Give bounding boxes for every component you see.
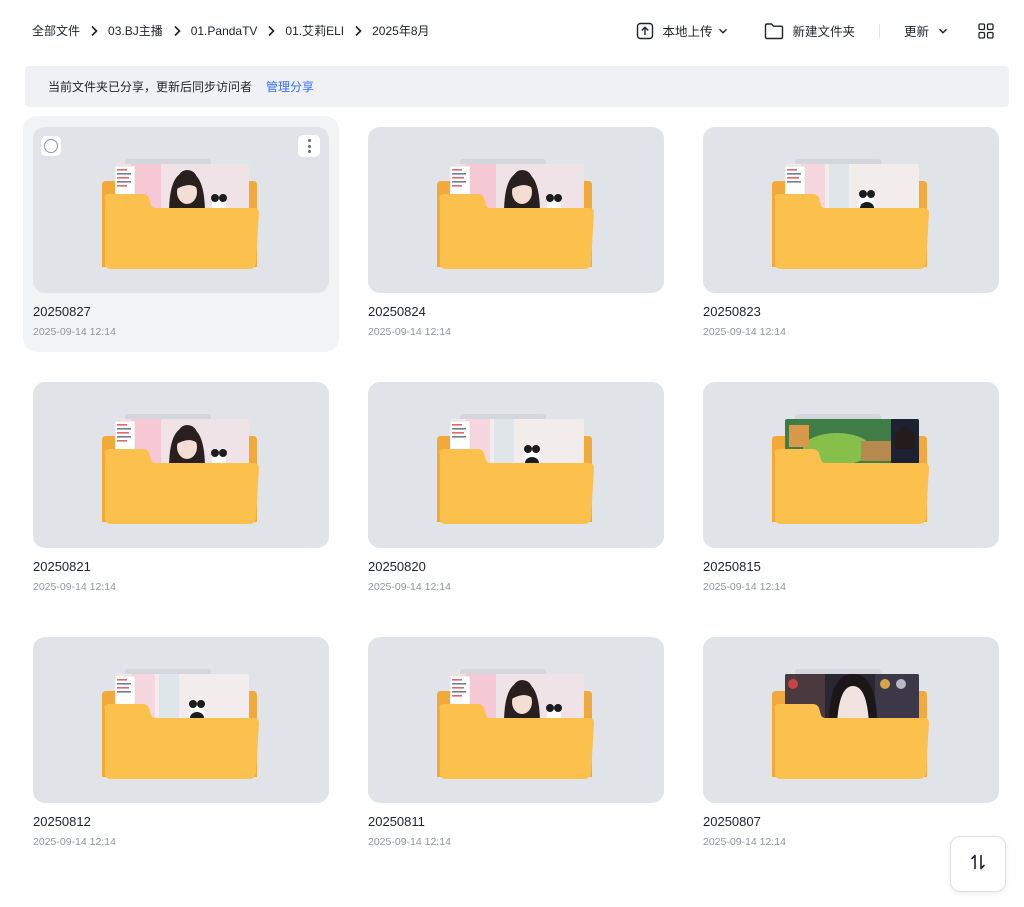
new-folder-label: 新建文件夹 — [792, 25, 855, 39]
folder-outline-icon — [764, 22, 784, 40]
folder-name: 20250827 — [33, 304, 91, 319]
sort-dropdown[interactable]: 更新 — [904, 21, 948, 40]
folder-thumbnail-icon — [102, 414, 259, 524]
sort-toggle-button[interactable] — [950, 836, 1006, 892]
folder-thumbnail — [33, 127, 329, 293]
breadcrumb-item-eli[interactable]: 01.艾莉ELI — [285, 22, 344, 39]
folder-card[interactable]: 20250807 2025-09-14 12:14 — [693, 626, 1009, 862]
sort-toggle-icon — [969, 853, 987, 876]
folder-thumbnail-icon — [102, 159, 259, 269]
folder-thumbnail-icon — [437, 159, 594, 269]
folder-thumbnail-icon — [437, 414, 594, 524]
select-checkbox[interactable] — [41, 136, 61, 156]
folder-thumbnail — [33, 637, 329, 803]
chevron-right-icon — [257, 24, 285, 38]
more-options-button[interactable] — [298, 135, 320, 157]
folder-name: 20250821 — [33, 559, 91, 574]
folder-thumbnail — [33, 382, 329, 548]
circle-checkbox-icon — [44, 139, 58, 153]
folder-card[interactable]: 20250815 2025-09-14 12:14 — [693, 371, 1009, 607]
folder-name: 20250820 — [368, 559, 426, 574]
folder-thumbnail — [368, 637, 664, 803]
folder-date: 2025-09-14 12:14 — [33, 581, 116, 593]
chevron-right-icon — [80, 24, 108, 38]
folder-thumbnail — [703, 127, 999, 293]
folder-thumbnail — [368, 127, 664, 293]
folder-name: 20250812 — [33, 814, 91, 829]
folder-name: 20250811 — [368, 814, 425, 829]
folder-thumbnail — [703, 637, 999, 803]
folder-name: 20250807 — [703, 814, 761, 829]
grid-view-button[interactable] — [978, 22, 994, 39]
folder-date: 2025-09-14 12:14 — [33, 326, 116, 338]
folder-thumbnail-icon — [772, 669, 929, 779]
folder-name: 20250823 — [703, 304, 761, 319]
folder-thumbnail — [703, 382, 999, 548]
breadcrumb: 全部文件 03.BJ主播 01.PandaTV 01.艾莉ELI 2025年8月 — [32, 22, 430, 39]
new-folder-button[interactable]: 新建文件夹 — [764, 21, 855, 40]
folder-card[interactable]: 20250827 2025-09-14 12:14 — [23, 116, 339, 352]
breadcrumb-item-bj[interactable]: 03.BJ主播 — [108, 22, 163, 39]
upload-label: 本地上传 — [662, 25, 713, 39]
chevron-right-icon — [163, 24, 191, 38]
folder-thumbnail-icon — [102, 669, 259, 779]
chevron-down-icon — [938, 26, 948, 36]
folder-date: 2025-09-14 12:14 — [368, 581, 451, 593]
folder-card[interactable]: 20250812 2025-09-14 12:14 — [23, 626, 339, 862]
local-upload-button[interactable]: 本地上传 — [636, 21, 728, 40]
folder-card[interactable]: 20250820 2025-09-14 12:14 — [358, 371, 674, 607]
folder-name: 20250815 — [703, 559, 761, 574]
folder-card[interactable]: 20250811 2025-09-14 12:14 — [358, 626, 674, 862]
share-banner: 当前文件夹已分享，更新后同步访问者 管理分享 — [25, 66, 1009, 107]
folder-thumbnail-icon — [772, 414, 929, 524]
sort-label: 更新 — [903, 25, 929, 39]
manage-share-link[interactable]: 管理分享 — [266, 78, 314, 95]
folder-card[interactable]: 20250821 2025-09-14 12:14 — [23, 371, 339, 607]
folder-date: 2025-09-14 12:14 — [703, 326, 786, 338]
top-bar: 全部文件 03.BJ主播 01.PandaTV 01.艾莉ELI 2025年8月… — [0, 0, 1024, 66]
folder-thumbnail-icon — [772, 159, 929, 269]
chevron-down-icon — [718, 26, 728, 36]
folder-thumbnail-icon — [437, 669, 594, 779]
folder-card[interactable]: 20250824 2025-09-14 12:14 — [358, 116, 674, 352]
folder-card[interactable]: 20250823 2025-09-14 12:14 — [693, 116, 1009, 352]
share-banner-text: 当前文件夹已分享，更新后同步访问者 — [48, 80, 253, 94]
chevron-right-icon — [344, 24, 372, 38]
folder-date: 2025-09-14 12:14 — [703, 581, 786, 593]
grid-view-icon — [978, 22, 994, 39]
breadcrumb-item-current: 2025年8月 — [372, 24, 430, 38]
folder-name: 20250824 — [368, 304, 426, 319]
folder-date: 2025-09-14 12:14 — [703, 836, 786, 848]
breadcrumb-item-pandatv[interactable]: 01.PandaTV — [191, 24, 258, 38]
toolbar-divider — [878, 23, 880, 38]
toolbar-actions: 本地上传 新建文件夹 更新 — [636, 21, 994, 40]
folder-thumbnail — [368, 382, 664, 548]
folder-date: 2025-09-14 12:14 — [33, 836, 116, 848]
upload-icon — [636, 22, 654, 40]
breadcrumb-item-all-files[interactable]: 全部文件 — [32, 22, 80, 39]
folder-date: 2025-09-14 12:14 — [368, 326, 451, 338]
folder-date: 2025-09-14 12:14 — [368, 836, 451, 848]
